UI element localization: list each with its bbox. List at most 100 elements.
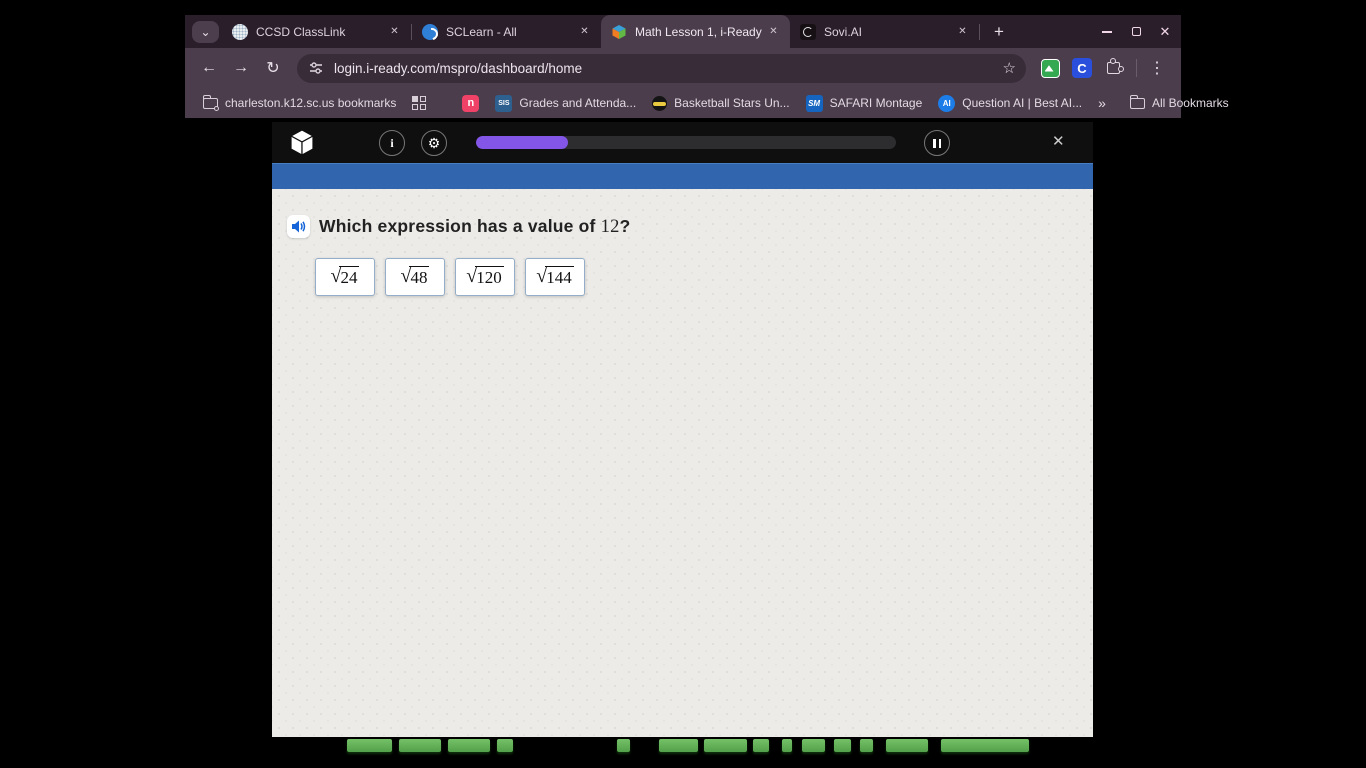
bookmark-question-ai[interactable]: AI Question AI | Best AI... [938,95,1082,112]
lesson-banner [272,163,1093,189]
naviance-icon: n [462,95,479,112]
grid-icon [412,96,426,110]
bookmark-basketball-stars[interactable]: Basketball Stars Un... [652,96,789,111]
speaker-icon [291,219,307,234]
lesson-content: Which expression has a value of 12? √24 … [272,189,1093,737]
tab-strip: ⌄ CCSD ClassLink ✕ SCLearn - All ✕ [185,15,1181,48]
glitch-block [834,739,851,752]
iready-cube-favicon-icon [611,24,627,40]
tab-close-icon[interactable]: ✕ [576,23,593,40]
url-bar[interactable]: login.i-ready.com/mspro/dashboard/home ☆ [297,54,1026,83]
glitch-block [704,739,747,752]
info-button[interactable]: i [379,130,405,156]
bookmarks-overflow-button[interactable]: » [1098,95,1106,111]
iready-lesson-frame: i ⚙ ✕ [272,122,1093,737]
answer-sqrt-24[interactable]: √24 [315,258,375,296]
sclearn-favicon-icon [422,24,438,40]
tab-close-icon[interactable]: ✕ [386,23,403,40]
pause-button[interactable] [924,130,950,156]
sqrt-icon: √ [466,266,477,286]
tab-sovi-ai[interactable]: Sovi.AI ✕ [790,15,979,48]
bookmark-safari-montage[interactable]: SM SAFARI Montage [806,95,923,112]
managed-bookmarks-label: charleston.k12.sc.us bookmarks [225,96,396,110]
close-lesson-button[interactable]: ✕ [1052,132,1065,150]
question-ai-icon: AI [938,95,955,112]
iready-logo-icon [289,129,315,161]
read-aloud-button[interactable] [287,215,310,238]
glitch-block [497,739,513,752]
gear-mini-icon [214,106,219,111]
sqrt-icon: √ [536,266,547,286]
window-controls: ✕ [1099,15,1173,48]
answer-sqrt-120[interactable]: √120 [455,258,515,296]
tab-separator [979,24,980,40]
radicand: 24 [339,266,359,288]
reload-button[interactable]: ↻ [259,54,287,82]
sqrt-icon: √ [331,266,342,286]
glitch-block [448,739,490,752]
browser-toolbar: ← → ↻ login.i-ready.com/mspro/dashboard/… [185,48,1181,88]
glitch-text-row [0,739,1366,755]
tab-ccsd-classlink[interactable]: CCSD ClassLink ✕ [222,15,411,48]
glitch-block [860,739,873,752]
bookmark-naviance[interactable]: n [462,95,479,112]
glitch-block [802,739,825,752]
bookmark-label: SAFARI Montage [830,96,923,110]
question-text: Which expression has a value of 12? [319,216,630,238]
tab-close-icon[interactable]: ✕ [954,23,971,40]
browser-window: ⌄ CCSD ClassLink ✕ SCLearn - All ✕ [185,15,1181,737]
pause-icon [933,139,936,148]
answer-sqrt-48[interactable]: √48 [385,258,445,296]
glitch-block [617,739,630,752]
radicand: 48 [409,266,429,288]
c-extension-icon[interactable]: C [1071,57,1093,79]
maximize-button[interactable] [1128,24,1144,40]
new-tab-button[interactable]: + [986,19,1012,45]
back-button[interactable]: ← [195,54,223,82]
question-row: Which expression has a value of 12? [287,215,1093,238]
bookmark-label: Grades and Attenda... [519,96,636,110]
tab-math-lesson-active[interactable]: Math Lesson 1, i-Ready ✕ [601,15,790,48]
lesson-progress-fill [476,136,568,149]
radicand: 144 [545,266,574,288]
browser-menu-button[interactable]: ⋮ [1143,58,1171,78]
tab-sclearn[interactable]: SCLearn - All ✕ [412,15,601,48]
bookmark-grades[interactable]: SIS Grades and Attenda... [495,95,636,112]
basketball-icon [652,96,667,111]
minimize-button[interactable] [1099,24,1115,40]
close-window-button[interactable]: ✕ [1157,24,1173,40]
chevron-down-icon: ⌄ [200,25,210,39]
screenshot-extension-icon[interactable] [1039,57,1061,79]
lesson-header: i ⚙ ✕ [272,122,1093,163]
c-badge: C [1072,58,1092,78]
sovi-favicon-icon [800,24,816,40]
question-suffix: ? [620,216,631,236]
all-bookmarks-button[interactable]: All Bookmarks [1130,96,1229,110]
gear-icon: ⚙ [428,135,441,152]
forward-button[interactable]: → [227,54,255,82]
answer-sqrt-144[interactable]: √144 [525,258,585,296]
glitch-block [886,739,928,752]
tab-title: Math Lesson 1, i-Ready [635,25,765,39]
question-value: 12 [601,217,620,237]
site-settings-icon[interactable] [307,59,325,77]
bookmark-label: Basketball Stars Un... [674,96,789,110]
question-prefix: Which expression has a value of [319,216,601,236]
tab-title: SCLearn - All [446,25,576,39]
close-icon: ✕ [1160,24,1171,40]
glitch-block [347,739,392,752]
settings-button[interactable]: ⚙ [421,130,447,156]
tab-close-icon[interactable]: ✕ [765,23,782,40]
extensions-button[interactable] [1103,57,1125,79]
bookmark-star-icon[interactable]: ☆ [1003,59,1016,77]
glitch-block [782,739,792,752]
toolbar-separator [1136,59,1137,77]
safari-montage-icon: SM [806,95,823,112]
tab-title: Sovi.AI [824,25,954,39]
url-text[interactable]: login.i-ready.com/mspro/dashboard/home [334,61,995,76]
answers-row: √24 √48 √120 √144 [315,258,1093,296]
page-content: i ⚙ ✕ [185,118,1181,737]
tab-search-button[interactable]: ⌄ [192,21,219,43]
managed-bookmarks-folder[interactable]: charleston.k12.sc.us bookmarks [203,96,396,110]
apps-grid-button[interactable] [412,96,426,110]
